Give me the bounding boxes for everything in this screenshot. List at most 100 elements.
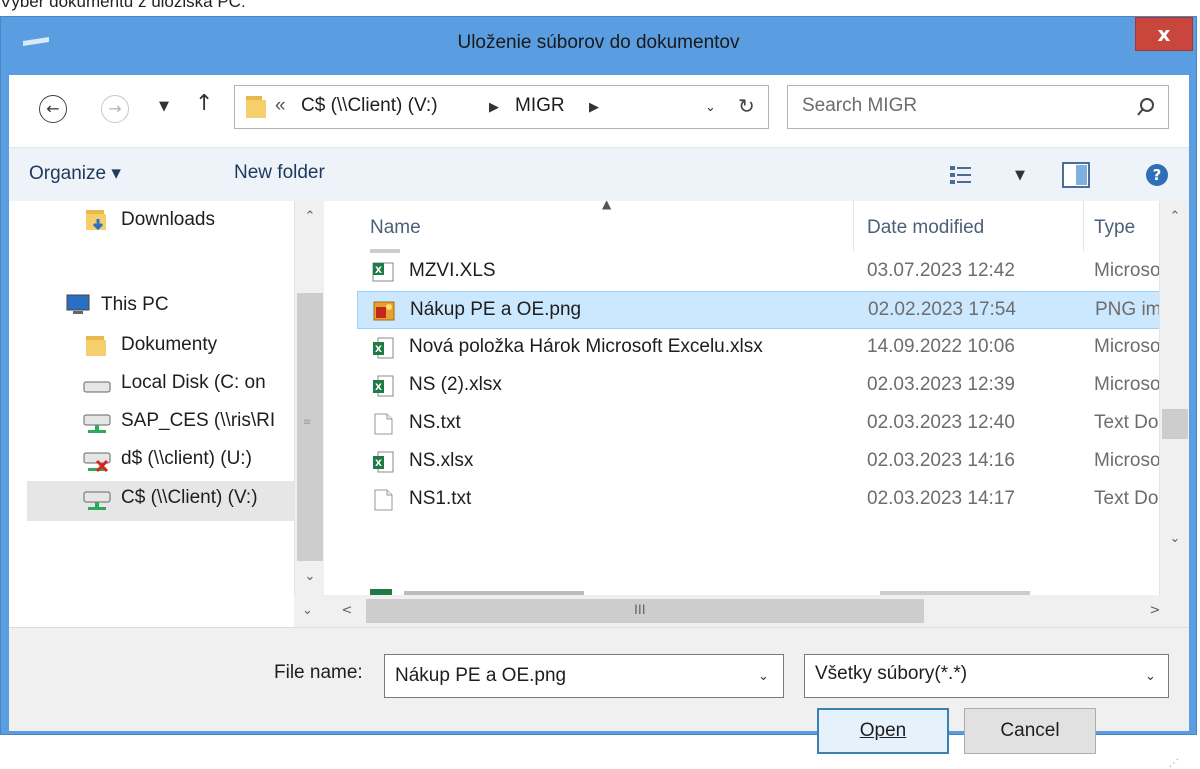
view-dropdown-icon[interactable]: ▼ [1015,168,1025,183]
chevron-down-icon[interactable]: ⌄ [1145,669,1156,684]
folder-icon [86,336,106,356]
breadcrumb-folder[interactable]: MIGR [515,95,565,117]
file-row[interactable]: X Nová položka Hárok Microsoft Excelu.xl… [357,329,1189,367]
address-bar[interactable]: « C$ (\\Client) (V:) ▶ MIGR ▶ ⌄ ↻ [234,85,769,129]
scroll-left-button[interactable]: < [332,603,362,618]
scroll-up-button[interactable]: ⌃ [295,209,325,224]
nav-item-label: Downloads [121,209,215,230]
svg-text:X: X [375,266,382,276]
file-name: NS1.txt [409,488,472,509]
nav-item-local-disk[interactable]: Local Disk (C: on [9,367,294,405]
file-date: 02.02.2023 17:54 [868,299,1016,320]
file-list: ▲ Name Date modified Type X MZVI.XLS 03.… [332,201,1189,595]
resize-grip-icon[interactable]: ⋰ [1169,758,1179,769]
address-dropdown-icon[interactable]: ⌄ [705,100,716,115]
file-name: Nákup PE a OE.png [410,299,582,320]
filelist-scrollbar[interactable]: ⌃ ⌄ [1159,201,1189,595]
file-date: 03.07.2023 12:42 [867,260,1015,281]
forward-button[interactable]: → [101,95,129,123]
file-type-filter[interactable]: Všetky súbory(*.*) ⌄ [804,654,1169,698]
breadcrumb-separator-icon[interactable]: ▶ [589,100,599,115]
file-date: 02.03.2023 12:40 [867,412,1015,433]
file-row[interactable]: X NS.xlsx 02.03.2023 14:16 Microsoft [357,443,1189,481]
nav-item-label: C$ (\\Client) (V:) [121,487,258,508]
png-image-icon [373,301,395,321]
file-name-value: Nákup PE a OE.png [395,665,567,686]
file-name: MZVI.XLS [409,260,496,281]
search-icon[interactable] [1136,97,1156,117]
breadcrumb-drive[interactable]: C$ (\\Client) (V:) [301,95,438,117]
view-options-icon[interactable] [949,164,973,186]
breadcrumb-separator-icon[interactable]: ▶ [489,100,499,115]
file-date: 02.03.2023 12:39 [867,374,1015,395]
svg-text:?: ? [1153,166,1162,184]
search-box[interactable]: Search MIGR [787,85,1169,129]
open-button[interactable]: Open [817,708,949,754]
scroll-down-button[interactable]: ⌄ [1160,531,1189,546]
scroll-thumb[interactable]: ≡ [297,293,323,561]
navpane-scroll-down-icon[interactable]: ⌄ [302,603,313,618]
nav-item-c-drive[interactable]: C$ (\\Client) (V:) [27,481,294,521]
scroll-down-button[interactable]: ⌄ [295,569,325,584]
file-row[interactable]: X NS (2).xlsx 02.03.2023 12:39 Microsoft [357,367,1189,405]
file-dialog: Uloženie súborov do dokumentov x ← → ▼ ↑… [0,16,1197,769]
scroll-up-button[interactable]: ⌃ [1160,209,1189,224]
new-folder-button[interactable]: New folder [234,162,325,184]
back-button[interactable]: ← [39,95,67,123]
excel-xlsx-icon: X [373,375,394,397]
file-row[interactable]: NS.txt 02.03.2023 12:40 Text Doc [357,405,1189,443]
file-name-field[interactable]: Nákup PE a OE.png ⌄ [384,654,784,698]
navpane-scrollbar[interactable]: ⌃ ≡ ⌄ [294,201,324,595]
file-date: 02.03.2023 14:17 [867,488,1015,509]
network-drive-icon [83,414,111,433]
text-file-icon [374,413,393,435]
column-header-type[interactable]: Type [1084,201,1164,251]
svg-text:X: X [375,345,382,355]
excel-xlsx-icon: X [373,451,394,473]
scroll-thumb[interactable] [1162,409,1188,439]
title-bar[interactable]: Uloženie súborov do dokumentov x [1,17,1196,73]
nav-item-label: Dokumenty [121,334,218,355]
page-caption: Výber dokumentu z úložiska PC: [0,0,246,11]
network-drive-icon [83,491,111,510]
dialog-title: Uloženie súborov do dokumentov [457,32,740,53]
downloads-folder-icon [86,210,106,231]
column-header-label: Type [1094,217,1136,238]
preview-pane-icon[interactable] [1062,162,1090,188]
file-row-selected[interactable]: Nákup PE a OE.png 02.02.2023 17:54 PNG i… [357,291,1189,329]
up-one-level-icon[interactable]: ↑ [195,91,213,116]
file-row[interactable]: NS1.txt 02.03.2023 14:17 Text Doc [357,481,1189,519]
nav-item-dokumenty[interactable]: Dokumenty [9,329,294,367]
hscroll-thumb[interactable]: III [366,599,924,623]
excel-xls-icon: X [372,262,394,282]
help-icon[interactable]: ? [1145,163,1169,187]
scroll-right-button[interactable]: > [1140,603,1170,618]
nav-item-sap-ces[interactable]: SAP_CES (\\ris\RI [9,405,294,443]
filelist-hscrollbar[interactable]: < III > [332,595,1189,627]
address-prefix: « [275,95,286,116]
this-pc-icon [66,294,90,314]
excel-xlsx-icon: X [373,337,394,359]
column-header-name[interactable]: ▲ Name [332,201,854,251]
close-button[interactable]: x [1135,17,1193,51]
column-header-date[interactable]: Date modified [854,201,1084,251]
chevron-down-icon[interactable]: ⌄ [758,669,769,684]
nav-item-this-pc[interactable]: This PC [9,289,294,327]
dialog-footer: File name: Nákup PE a OE.png ⌄ Všetky sú… [9,627,1189,769]
nav-item-label: Local Disk (C: on [121,372,266,393]
file-name: NS (2).xlsx [409,374,502,395]
nav-item-label: SAP_CES (\\ris\RI [121,410,276,431]
disconnected-drive-icon [83,452,111,473]
nav-item-downloads[interactable]: Downloads [9,205,294,243]
nav-item-d-drive[interactable]: d$ (\\client) (U:) [9,443,294,481]
file-row[interactable]: X MZVI.XLS 03.07.2023 12:42 Microsoft [357,253,1189,291]
scroll-grip-icon: III [634,601,646,617]
cancel-button[interactable]: Cancel [964,708,1096,754]
refresh-icon[interactable]: ↻ [738,94,755,118]
folder-icon [246,96,266,118]
file-name: NS.txt [409,412,461,433]
search-input[interactable]: Search MIGR [802,95,917,117]
organize-button[interactable]: Organize ▾ [29,162,121,185]
recent-locations-dropdown[interactable]: ▼ [159,99,169,114]
local-disk-icon [83,381,111,393]
